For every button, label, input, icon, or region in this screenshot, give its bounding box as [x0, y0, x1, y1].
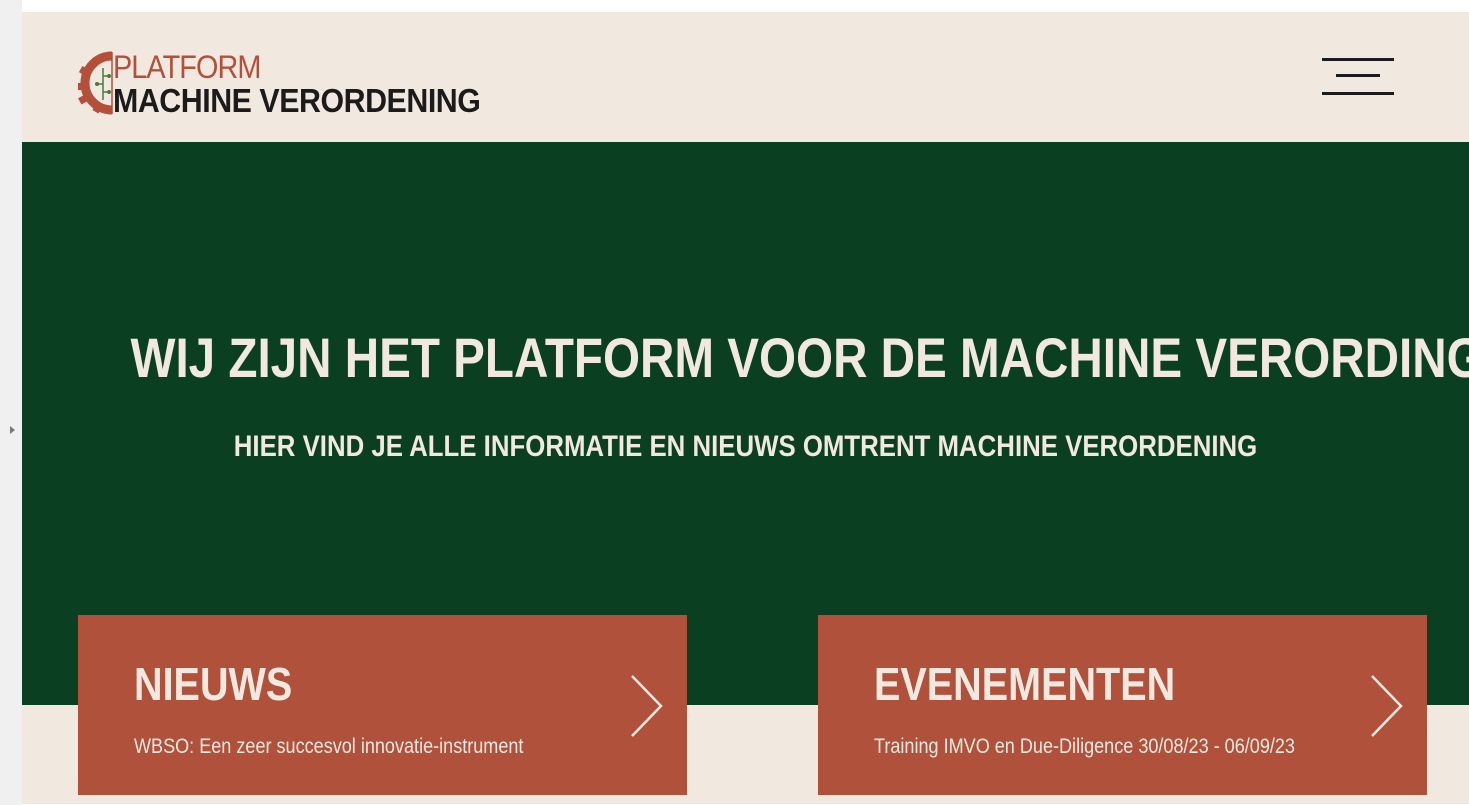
logo-text-machine-verordening: MACHINE VERORDENING: [113, 82, 481, 119]
site-header: PLATFORM MACHINE VERORDENING: [22, 12, 1469, 142]
news-card-headline: WBSO: Een zeer succesvol innovatie-instr…: [134, 735, 524, 758]
site-logo[interactable]: PLATFORM MACHINE VERORDENING: [78, 49, 518, 120]
events-card[interactable]: EVENEMENTEN Training IMVO en Due-Diligen…: [818, 615, 1427, 795]
news-card[interactable]: NIEUWS WBSO: Een zeer succesvol innovati…: [78, 615, 687, 795]
expand-arrow-icon[interactable]: [10, 426, 15, 434]
hero-title: WIJ ZIJN HET PLATFORM VOOR DE MACHINE VE…: [130, 326, 1469, 389]
events-card-headline: Training IMVO en Due-Diligence 30/08/23 …: [874, 735, 1295, 758]
gear-logo-icon: [78, 51, 113, 115]
sidebar-collapse-strip: [0, 0, 22, 805]
hamburger-icon-line-2: [1336, 74, 1380, 77]
chevron-right-icon: [631, 675, 663, 737]
events-card-title: EVENEMENTEN: [874, 658, 1176, 710]
hero-subtitle: HIER VIND JE ALLE INFORMATIE EN NIEUWS O…: [233, 430, 1258, 463]
chevron-right-icon: [1371, 675, 1403, 737]
hamburger-menu-button[interactable]: [1314, 54, 1394, 100]
page: PLATFORM MACHINE VERORDENING WIJ ZIJN HE…: [22, 12, 1469, 804]
hamburger-icon-line-3: [1322, 92, 1394, 95]
hamburger-icon-line-1: [1322, 58, 1394, 61]
news-card-title: NIEUWS: [134, 658, 293, 710]
logo-text-platform: PLATFORM: [113, 49, 261, 85]
